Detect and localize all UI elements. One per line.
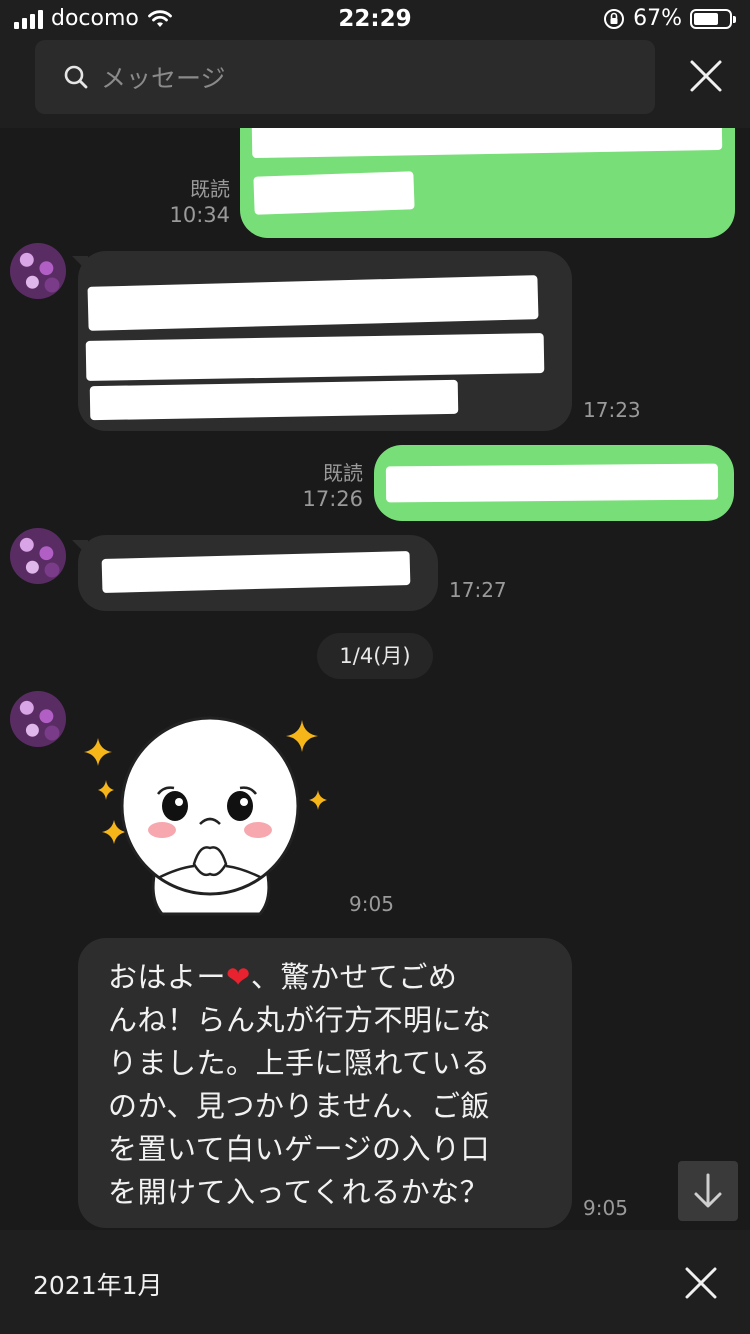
sparkle-icon <box>309 790 327 810</box>
sticker[interactable] <box>78 698 338 923</box>
arrow-down-icon <box>694 1173 722 1208</box>
received-message[interactable] <box>78 535 438 611</box>
redaction <box>101 550 411 594</box>
redaction <box>253 171 415 215</box>
message-time: 17:27 <box>449 578 507 602</box>
heart-emoji: ❤ <box>226 960 251 994</box>
message-time: 9:05 <box>583 1196 628 1220</box>
status-bar: docomo 22:29 67% <box>0 0 750 40</box>
rotation-lock-icon <box>604 8 625 29</box>
search-box[interactable] <box>35 40 655 114</box>
month-label[interactable]: 2021年1月 <box>33 1266 163 1302</box>
avatar[interactable] <box>10 691 66 747</box>
message-time: 9:05 <box>349 892 394 916</box>
battery-percent: 67% <box>633 6 682 31</box>
sparkle-icon <box>98 780 114 800</box>
sent-message[interactable] <box>374 445 734 521</box>
sparkle-icon <box>84 738 112 766</box>
search-bar <box>0 40 750 128</box>
bottom-bar: 2021年1月 <box>0 1230 750 1334</box>
redaction <box>89 379 459 421</box>
search-input[interactable] <box>99 54 623 102</box>
redaction <box>87 275 539 331</box>
chat-area[interactable]: 既読 10:34 17:23 既読 17:26 17:27 1/4(月) 9:0… <box>0 128 750 1230</box>
close-icon[interactable] <box>684 1266 718 1300</box>
scroll-to-bottom-button[interactable] <box>678 1161 738 1221</box>
read-status: 既読 17:26 <box>302 461 363 511</box>
sent-message[interactable] <box>240 128 735 238</box>
battery-icon <box>690 8 736 29</box>
date-separator: 1/4(月) <box>317 633 433 679</box>
close-icon[interactable] <box>688 58 724 94</box>
avatar[interactable] <box>10 528 66 584</box>
search-icon <box>64 65 88 89</box>
avatar[interactable] <box>10 243 66 299</box>
sparkle-icon <box>286 720 318 752</box>
message-text[interactable]: おはよー❤、驚かせてごめ んね！らん丸が行方不明にな りました。上手に隠れている… <box>108 956 548 1214</box>
received-message[interactable] <box>78 251 572 431</box>
message-time: 17:23 <box>583 398 641 422</box>
read-status: 既読 10:34 <box>169 177 230 227</box>
redaction <box>85 333 545 381</box>
status-right: 67% <box>603 6 736 31</box>
redaction <box>251 128 723 159</box>
redaction <box>385 463 719 503</box>
